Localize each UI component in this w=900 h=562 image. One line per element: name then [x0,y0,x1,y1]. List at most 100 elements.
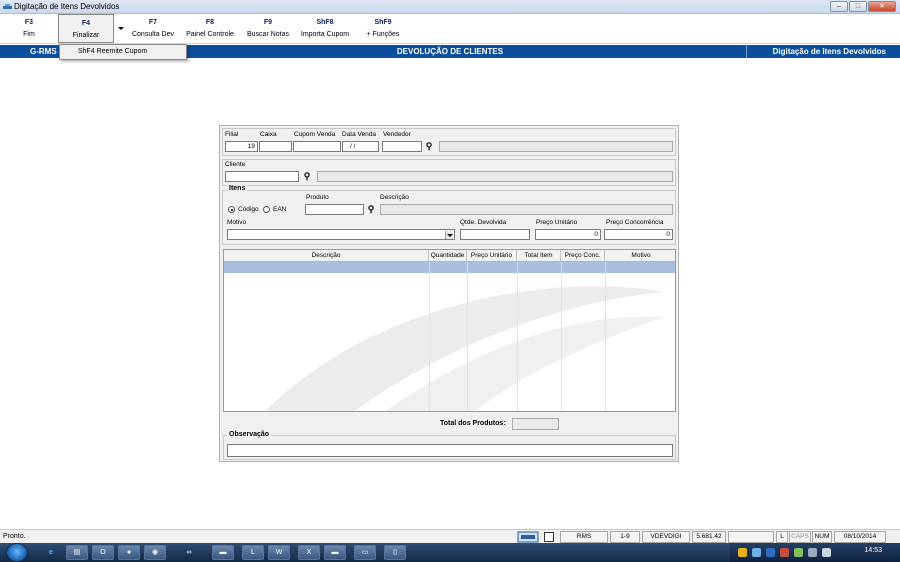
status-caps: CAPS [789,531,811,543]
observacao-legend: Observação [227,431,272,438]
produto-search-icon[interactable]: ⚲ [365,204,377,214]
chevron-down-icon[interactable] [445,231,453,239]
consulta-dev-button[interactable]: F7 Consulta Dev [127,17,179,41]
firefox-icon[interactable]: ● [118,545,140,560]
function-toolbar: F3 Fim F4 Finalizar F7 Consulta Dev F8 P… [0,14,900,44]
status-l: L [776,531,788,543]
finalizar-dropdown-arrow[interactable] [118,27,124,30]
fim-label: Fim [23,31,35,38]
caixa-label: Caixa [260,131,277,138]
cliente-name-field [317,171,673,182]
outlook-tray-icon[interactable] [766,548,775,557]
alert-tray-icon[interactable] [780,548,789,557]
preco-concorrencia-label: Preço Concorrência [606,219,664,226]
close-button[interactable]: × [868,1,896,12]
col-total-item[interactable]: Total Item [517,250,561,262]
devolucao-form: Filial Caixa Cupom Venda Data Venda Vend… [219,125,679,462]
excel-icon[interactable]: X [298,545,320,560]
motivo-select[interactable] [227,229,455,240]
status-bar: Pronto. RMS 1-9 VDEVDIGI 5.681.42 L CAPS… [0,529,900,543]
codigo-radio[interactable] [228,206,235,213]
importa-cupom-key: ShF8 [316,19,334,26]
preco-unitario-input[interactable]: 0 [535,229,601,240]
mais-funcoes-label: + Funções [366,31,400,38]
consulta-dev-key: F7 [148,19,158,26]
terminal-icon[interactable]: ▭ [354,545,376,560]
codigo-radio-label: Código [238,206,259,213]
preco-concorrencia-input[interactable]: 0 [604,229,673,240]
rms-app-icon[interactable]: ▬ [212,545,234,560]
finalizar-label: Finalizar [72,32,100,39]
produto-descricao-field [380,204,673,215]
painel-controle-label: Painel Controle [186,31,234,38]
word-icon[interactable]: W [268,545,290,560]
fim-button[interactable]: F3 Fim [14,17,44,41]
cupom-input[interactable] [293,141,341,152]
cliente-label: Cliente [225,161,246,168]
filial-input[interactable]: 19 [225,141,258,152]
minimize-button[interactable]: – [830,1,848,12]
link-tray-icon[interactable] [752,548,761,557]
status-date: 08/10/2014 [834,531,886,543]
link-icon[interactable]: ∞ [178,545,200,560]
qtde-devolvida-input[interactable] [460,229,530,240]
qtde-label: Qtde. Devolvida [460,219,507,226]
watermark-logo [265,286,664,411]
taskbar: e ▤ O ● ◉ ∞ ▬ L W X ▬ ▭ ▯ 14:53 [0,543,900,562]
col-preco-unitario[interactable]: Preço Unitário [467,250,517,262]
menu-item-reemite-cupom[interactable]: ShF4 Reemite Cupom [78,48,147,55]
preco-unitario-label: Preço Unitário [536,219,578,226]
data-venda-label: Data Venda [342,131,376,138]
vendedor-input[interactable] [382,141,422,152]
observacao-input[interactable] [227,444,673,457]
itens-legend: Itens [227,185,248,192]
total-produtos-label: Total dos Produtos: [440,420,506,427]
explorer-icon[interactable]: ▤ [66,545,88,560]
painel-controle-button[interactable]: F8 Painel Controle [182,17,238,41]
status-user: RMS [560,531,608,543]
grid-header: Descrição Quantidade Preço Unitário Tota… [224,250,675,262]
painel-controle-key: F8 [205,19,215,26]
vendedor-search-icon[interactable]: ⚲ [423,141,435,151]
col-descricao[interactable]: Descrição [224,250,429,262]
screen-name: Digitação de Itens Devolvidos [772,47,886,56]
folder-tray-icon[interactable] [738,548,747,557]
col-preco-conc[interactable]: Preço Conc. [561,250,605,262]
cliente-input[interactable] [225,171,299,182]
clock[interactable]: 14:53 [864,547,882,554]
ean-radio[interactable] [263,206,270,213]
buscar-notas-label: Buscar Notas [246,31,290,38]
caixa-input[interactable] [259,141,292,152]
ie-icon[interactable]: e [40,545,62,560]
descricao-label: Descrição [380,194,409,201]
buscar-notas-button[interactable]: F9 Buscar Notas [243,17,293,41]
itens-grid[interactable]: Descrição Quantidade Preço Unitário Tota… [223,249,676,412]
importa-cupom-label: Importa Cupom [300,31,350,38]
col-motivo[interactable]: Motivo [605,250,675,262]
mais-funcoes-button[interactable]: ShF9 + Funções [360,17,406,41]
outlook-icon[interactable]: O [92,545,114,560]
data-venda-input[interactable]: / / [342,141,379,152]
chrome-icon[interactable]: ◉ [144,545,166,560]
monitor-tray-icon[interactable] [808,548,817,557]
notepad-icon[interactable]: ▯ [384,545,406,560]
lync-icon[interactable]: L [242,545,264,560]
volume-tray-icon[interactable] [822,548,831,557]
rms-window-icon[interactable]: ▬ [324,545,346,560]
filial-label: Filial [225,131,239,138]
col-quantidade[interactable]: Quantidade [429,250,467,262]
selected-row[interactable] [224,262,675,273]
cliente-search-icon[interactable]: ⚲ [301,171,313,181]
status-num: NUM [812,531,832,543]
fim-key: F3 [24,19,34,26]
importa-cupom-button[interactable]: ShF8 Importa Cupom [295,17,355,41]
keyboard-icon [517,531,539,543]
vendedor-label: Vendedor [383,131,411,138]
network-tray-icon[interactable] [794,548,803,557]
start-button[interactable] [6,543,28,562]
finalizar-button[interactable]: F4 Finalizar [58,14,114,43]
maximize-button[interactable]: □ [849,1,867,12]
finalizar-key: F4 [81,20,91,27]
app-icon [3,4,12,9]
produto-input[interactable] [305,204,364,215]
